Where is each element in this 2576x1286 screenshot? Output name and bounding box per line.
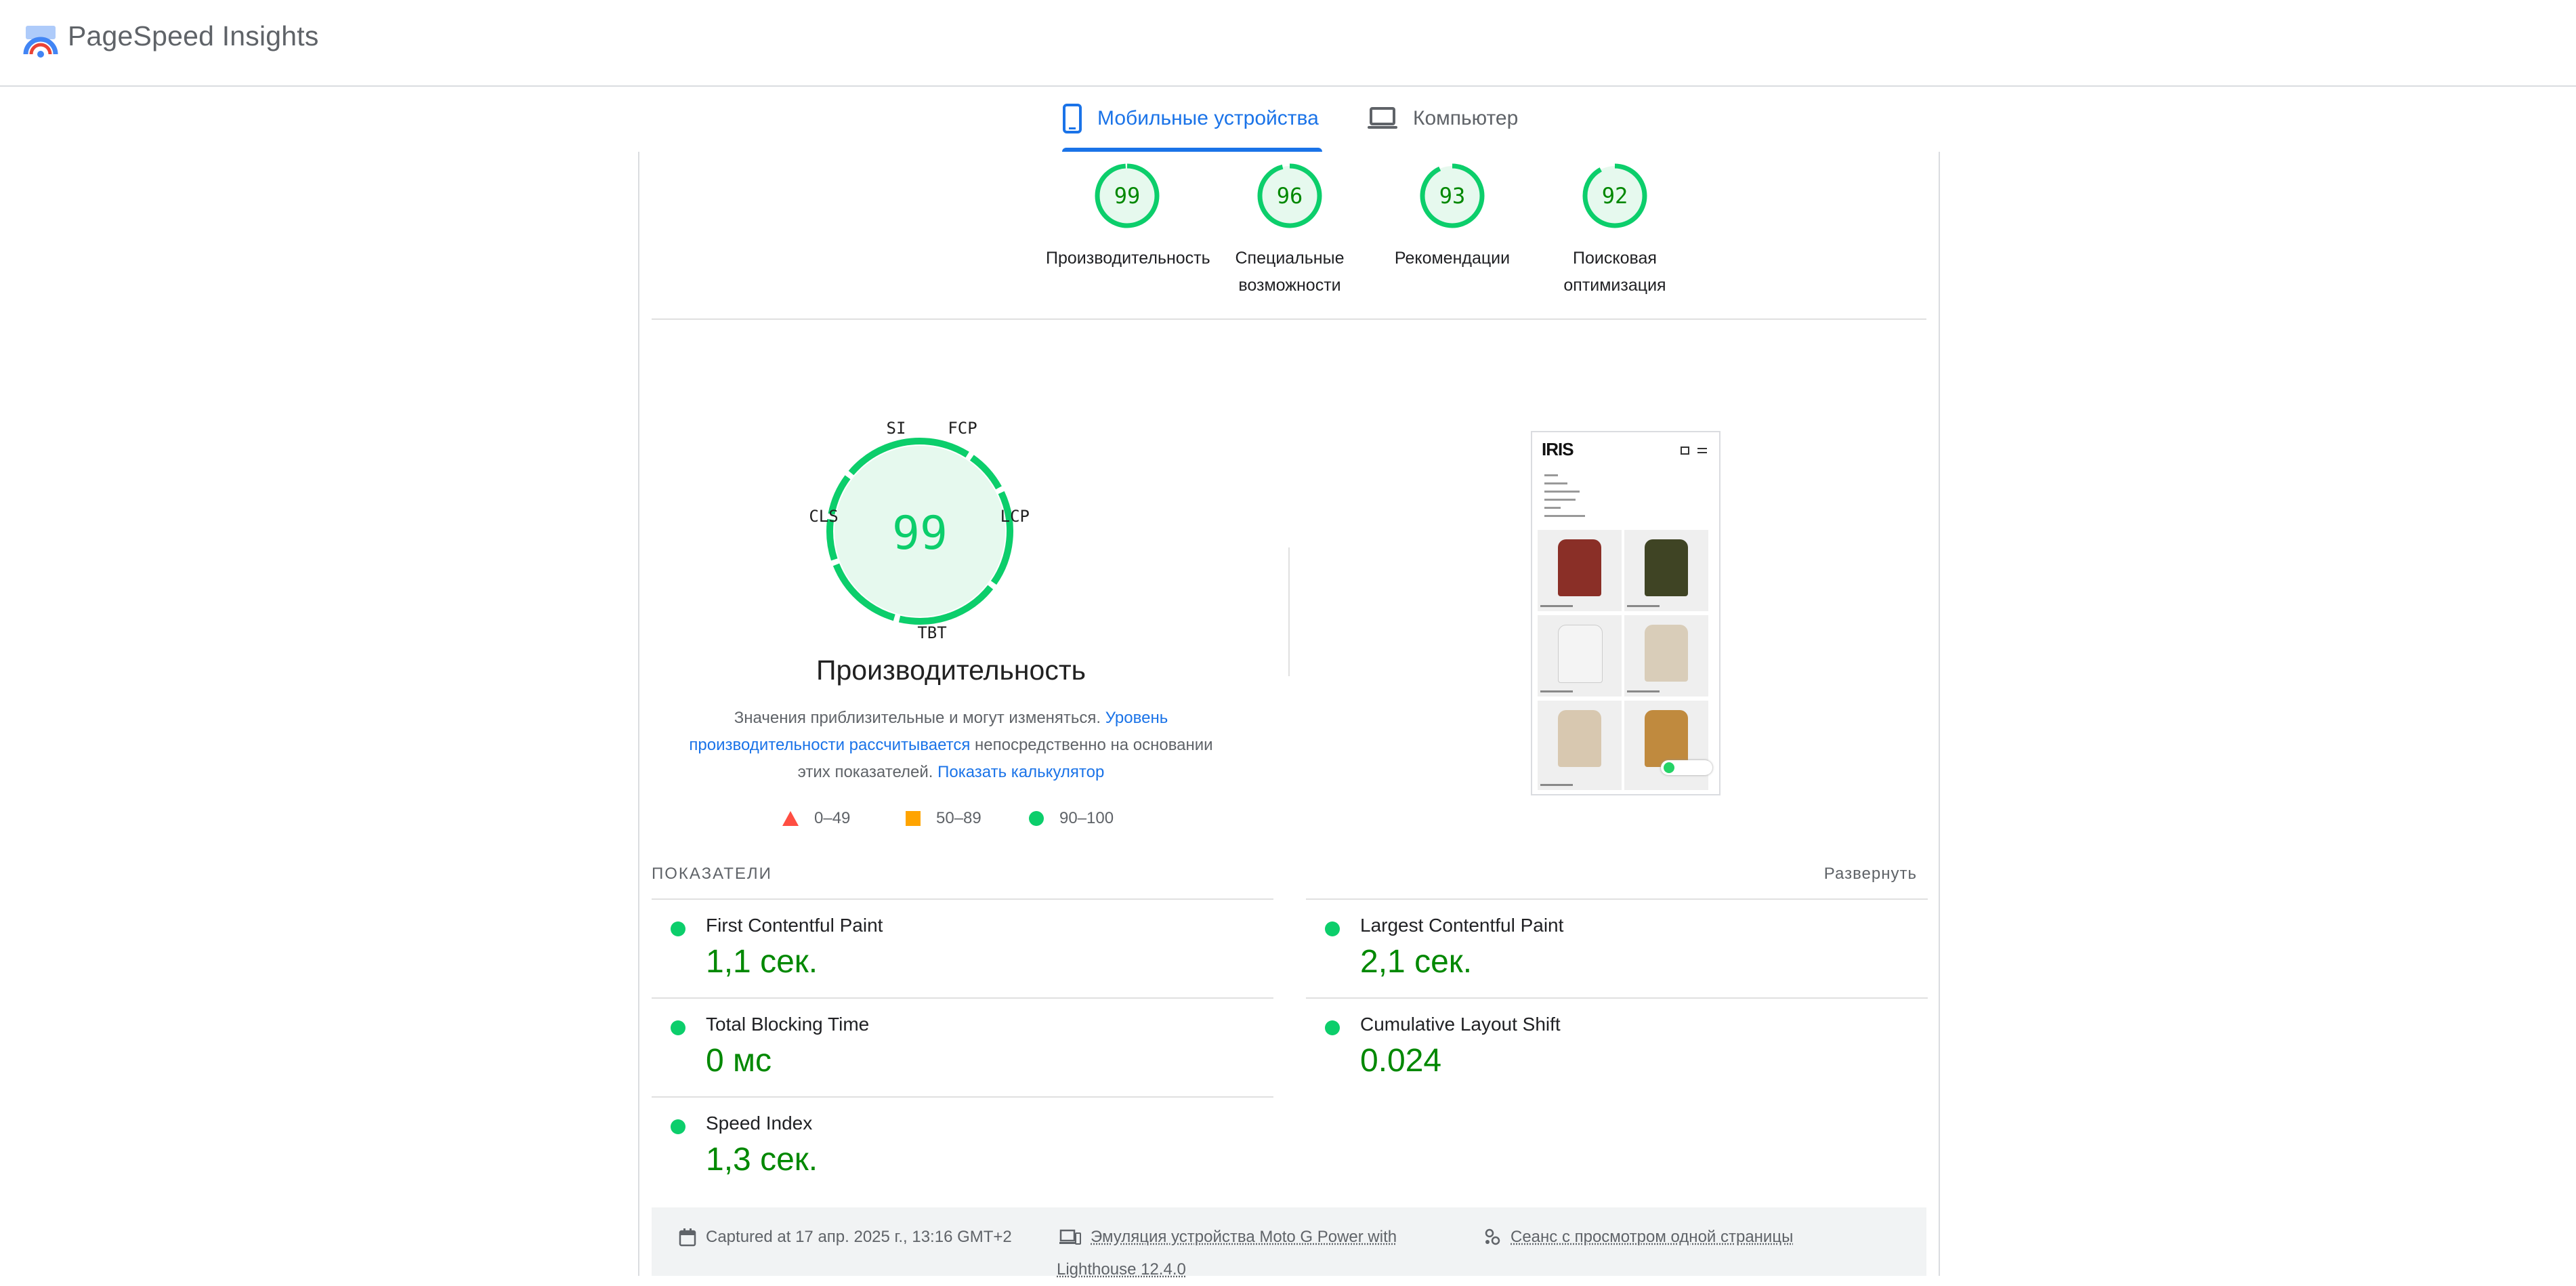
metric-name: Speed Index [706, 1113, 812, 1134]
gauge-label-fcp: FCP [948, 419, 977, 438]
square-icon [905, 810, 921, 827]
runtime-info-bar: Captured at 17 апр. 2025 г., 13:16 GMT+2… [652, 1207, 1926, 1276]
chat-widget [1661, 760, 1712, 775]
pass-circle-icon [671, 921, 685, 936]
pass-circle-icon [671, 1119, 685, 1134]
category-label: Производительность [1046, 245, 1208, 272]
metric-value: 0 мс [706, 1042, 772, 1079]
tab-desktop[interactable]: Компьютер [1367, 85, 1518, 152]
metric-value: 2,1 сек. [1360, 943, 1472, 980]
score-gauge: 93 [1418, 162, 1486, 230]
score-value: 96 [1256, 162, 1324, 230]
emulation-line-1: Эмуляция устройства Moto G Power with [1091, 1221, 1397, 1253]
calendar-icon [679, 1228, 696, 1247]
pass-circle-icon [671, 1020, 685, 1035]
single-page-session[interactable]: Сеанс с просмотром одной страницы [1483, 1221, 1793, 1253]
session-text: Сеанс с просмотром одной страницы [1511, 1221, 1793, 1253]
site-logo: IRIS [1542, 439, 1574, 460]
score-legend: 0–49 50–89 90–100 [782, 809, 1188, 833]
score-gauge: 92 [1581, 162, 1649, 230]
metric-fcp: First Contentful Paint 1,1 сек. [652, 898, 1273, 997]
category-best-practices[interactable]: 93 Рекомендации [1371, 162, 1534, 272]
legend-item-pass: 90–100 [1028, 809, 1114, 828]
legend-range: 90–100 [1059, 809, 1114, 828]
metric-value: 1,1 сек. [706, 943, 818, 980]
category-performance[interactable]: 99 Производительность [1046, 162, 1208, 272]
product-card [1538, 530, 1622, 611]
product-card [1624, 701, 1708, 790]
metric-lcp: Largest Contentful Paint 2,1 сек. [1306, 898, 1928, 997]
category-seo[interactable]: 92 Поисковая оптимизация [1534, 162, 1696, 299]
performance-gauge: 99 SI FCP LCP TBT CLS [805, 416, 1035, 646]
metrics-header: ПОКАЗАТЕЛИ [652, 865, 772, 884]
triangle-icon [782, 810, 799, 827]
tab-desktop-label: Компьютер [1413, 107, 1518, 130]
performance-score: 99 [892, 507, 948, 560]
category-label: Рекомендации [1371, 245, 1534, 272]
session-icon [1483, 1228, 1501, 1246]
smartphone-icon [1062, 104, 1082, 133]
category-label: Поисковая оптимизация [1534, 245, 1696, 299]
pass-circle-icon [1325, 1020, 1340, 1035]
section-divider [652, 318, 1926, 320]
vertical-divider [1288, 547, 1290, 676]
tab-mobile[interactable]: Мобильные устройства [1062, 85, 1322, 152]
score-value: 99 [1093, 162, 1161, 230]
final-screenshot[interactable]: IRIS [1531, 431, 1720, 795]
gauge-label-cls: CLS [809, 507, 838, 526]
metric-name: First Contentful Paint [706, 915, 883, 936]
score-value: 93 [1418, 162, 1486, 230]
metric-tbt: Total Blocking Time 0 мс [652, 997, 1273, 1096]
device-tabs: Мобильные устройства Компьютер [0, 85, 2576, 152]
score-value: 92 [1581, 162, 1649, 230]
gauge-label-si: SI [887, 419, 906, 438]
device-emulation[interactable]: Эмуляция устройства Moto G Power with Li… [1059, 1221, 1397, 1253]
metric-value: 1,3 сек. [706, 1141, 818, 1178]
category-accessibility[interactable]: 96 Специальные возможности [1208, 162, 1371, 299]
product-card [1624, 615, 1708, 697]
show-calculator-link[interactable]: Показать калькулятор [937, 763, 1104, 781]
app-header: PageSpeed Insights [0, 0, 2576, 87]
desc-text: Значения приблизительные и могут изменят… [734, 709, 1101, 727]
category-label: Специальные возможности [1208, 245, 1371, 299]
legend-range: 50–89 [936, 809, 981, 828]
product-card [1538, 615, 1622, 697]
report-panel: 99 Производительность 96 Специальные воз… [638, 152, 1940, 1276]
captured-at: Captured at 17 апр. 2025 г., 13:16 GMT+2 [679, 1221, 1012, 1253]
pagespeed-logo-icon[interactable] [22, 24, 60, 58]
performance-title: Производительность [639, 655, 1263, 686]
score-gauge: 99 [1093, 162, 1161, 230]
gauge-label-tbt: TBT [917, 623, 946, 642]
circle-icon [1028, 810, 1044, 827]
laptop-icon [1367, 106, 1398, 131]
performance-description: Значения приблизительные и могут изменят… [687, 705, 1215, 786]
app-title[interactable]: PageSpeed Insights [68, 20, 319, 52]
metric-name: Cumulative Layout Shift [1360, 1014, 1561, 1035]
legend-item-average: 50–89 [905, 809, 981, 828]
product-card [1538, 701, 1622, 790]
metric-si: Speed Index 1,3 сек. [652, 1096, 1273, 1195]
legend-range: 0–49 [814, 809, 850, 828]
metric-name: Largest Contentful Paint [1360, 915, 1563, 936]
captured-text: Captured at 17 апр. 2025 г., 13:16 GMT+2 [706, 1221, 1012, 1253]
metric-cls: Cumulative Layout Shift 0.024 [1306, 997, 1928, 1096]
metric-name: Total Blocking Time [706, 1014, 869, 1035]
devices-icon [1059, 1229, 1081, 1245]
emulation-line-2: Lighthouse 12.4.0 [1057, 1253, 1186, 1286]
product-card [1624, 530, 1708, 611]
whatsapp-icon [1664, 762, 1674, 773]
metric-value: 0.024 [1360, 1042, 1441, 1079]
site-nav-lines [1544, 474, 1599, 523]
tab-mobile-label: Мобильные устройства [1097, 107, 1319, 130]
legend-item-fail: 0–49 [782, 809, 850, 828]
site-header-icons [1680, 446, 1710, 455]
score-gauge: 96 [1256, 162, 1324, 230]
expand-view-toggle[interactable]: Развернуть [1824, 865, 1917, 884]
gauge-label-lcp: LCP [1000, 507, 1030, 526]
pass-circle-icon [1325, 921, 1340, 936]
